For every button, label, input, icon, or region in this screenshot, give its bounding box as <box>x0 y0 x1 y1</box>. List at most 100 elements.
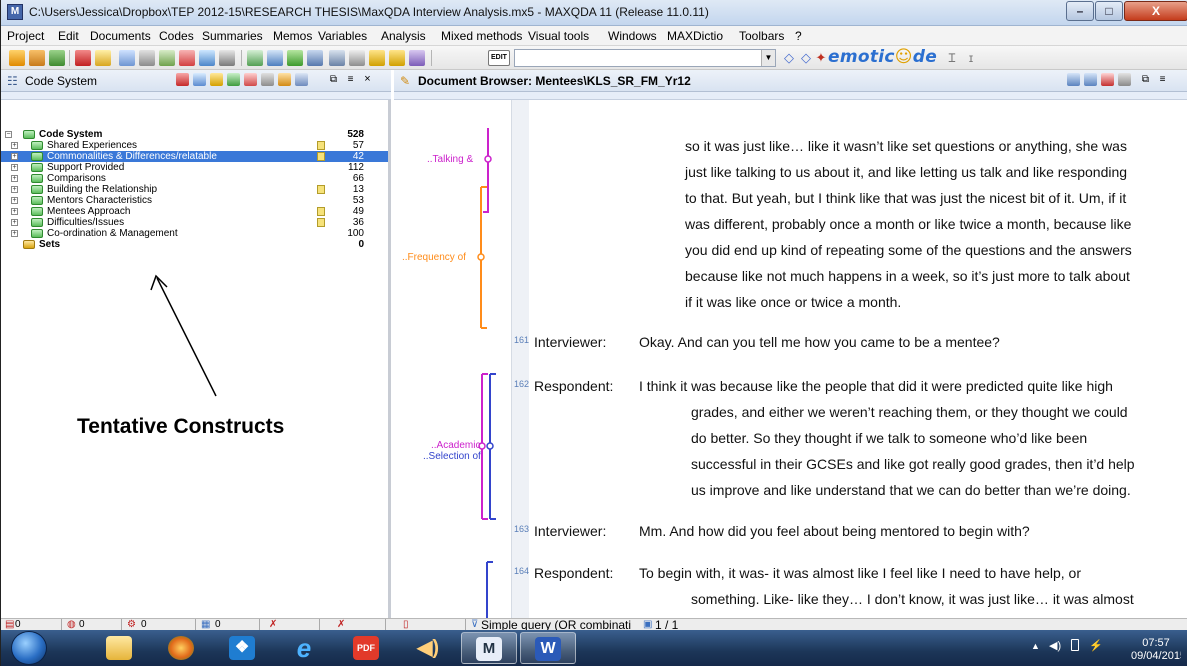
font-size-small-icon[interactable]: ɪ <box>963 50 979 66</box>
menu-project[interactable]: Project <box>7 29 44 43</box>
text-line[interactable]: something. Like- like they… I don’t know… <box>691 591 1134 607</box>
taskbar-word[interactable]: W <box>520 632 576 664</box>
taskbar-internet-explorer[interactable]: e <box>277 632 333 664</box>
code-relations-icon[interactable] <box>199 50 215 66</box>
code-frequency-icon[interactable] <box>261 73 274 86</box>
text-line[interactable]: do better. So they thought if we talk to… <box>691 430 1087 446</box>
pen-icon[interactable] <box>95 50 111 66</box>
document-icon[interactable] <box>119 50 135 66</box>
quick-search-combobox[interactable]: ▼ <box>514 49 776 67</box>
link-icon[interactable] <box>409 50 425 66</box>
emoticon-icon[interactable] <box>210 73 223 86</box>
new-project-icon[interactable] <box>9 50 25 66</box>
code-label-frequency[interactable]: ..Frequency of <box>402 252 466 263</box>
code-matrix-icon[interactable] <box>179 50 195 66</box>
find-in-document-icon[interactable] <box>1118 73 1131 86</box>
speaker-label[interactable]: Interviewer: <box>534 334 606 350</box>
taskbar-media[interactable] <box>154 632 210 664</box>
volume-icon[interactable]: ◀) <box>1049 639 1061 652</box>
menu-help[interactable]: ? <box>795 29 802 43</box>
menu-summaries[interactable]: Summaries <box>202 29 263 43</box>
taskbar-dropbox[interactable]: ❖ <box>215 632 271 664</box>
emoticode-wand-icon[interactable]: ✦ <box>813 50 829 66</box>
taskbar-clock[interactable]: 07:57 09/04/2015 <box>1131 637 1181 663</box>
taskbar-explorer[interactable] <box>92 632 148 664</box>
network-icon[interactable]: ⚡ <box>1089 639 1103 652</box>
emoticode-logo[interactable]: emotic☺de <box>828 47 937 67</box>
chart-icon[interactable] <box>307 50 323 66</box>
maxqda-app-icon[interactable]: M <box>7 4 23 20</box>
code-label-selection[interactable]: ..Selection of <box>423 451 481 462</box>
menu-edit[interactable]: Edit <box>58 29 79 43</box>
text-line[interactable]: so it was just like… like it wasn’t like… <box>685 138 1127 154</box>
print-document-icon[interactable] <box>1084 73 1097 86</box>
menu-windows[interactable]: Windows <box>608 29 657 43</box>
open-project-icon[interactable] <box>29 50 45 66</box>
taskbar-pdf[interactable]: PDF <box>339 632 395 664</box>
save-project-icon[interactable] <box>49 50 65 66</box>
search-codes-icon[interactable] <box>295 73 308 86</box>
table-icon[interactable] <box>247 50 263 66</box>
text-line[interactable]: grades, and either we weren’t reaching t… <box>691 404 1128 420</box>
collapse-pane-icon[interactable]: ≡ <box>344 73 357 86</box>
activate-codes-icon[interactable] <box>227 73 240 86</box>
code-label-talking[interactable]: ..Talking & <box>427 154 473 165</box>
speaker-label[interactable]: Respondent: <box>534 378 613 394</box>
menu-maxdictio[interactable]: MAXDictio <box>667 29 723 43</box>
text-line[interactable]: to that. But yeah, but I think like that… <box>685 190 1126 206</box>
speaker-label[interactable]: Interviewer: <box>534 523 606 539</box>
layout-icon[interactable] <box>349 50 365 66</box>
undock-icon[interactable]: ⧉ <box>327 73 340 86</box>
grid-icon[interactable] <box>267 50 283 66</box>
text-line[interactable]: Okay. And can you tell me how you came t… <box>639 334 1000 350</box>
text-search-icon[interactable] <box>159 50 175 66</box>
search-icon[interactable] <box>139 50 155 66</box>
menu-visual-tools[interactable]: Visual tools <box>528 29 589 43</box>
close-button[interactable]: X <box>1124 1 1187 21</box>
font-size-icon[interactable]: Ɪ <box>944 50 960 66</box>
text-line[interactable]: I think it was because like the people t… <box>639 378 1113 394</box>
menu-codes[interactable]: Codes <box>159 29 194 43</box>
code-label-academic[interactable]: ..Academic <box>431 440 480 451</box>
menu-memos[interactable]: Memos <box>273 29 312 43</box>
taskbar-maxqda[interactable]: M <box>461 632 517 664</box>
bar-chart-icon[interactable] <box>287 50 303 66</box>
menu-toolbars[interactable]: Toolbars <box>739 29 784 43</box>
highlight-icon[interactable] <box>1101 73 1114 86</box>
remove-code-icon[interactable] <box>176 73 189 86</box>
taskbar-volume-app[interactable]: ◀) <box>401 632 457 664</box>
overview-icon[interactable] <box>329 50 345 66</box>
battery-icon[interactable] <box>1071 639 1079 651</box>
menu-documents[interactable]: Documents <box>90 29 151 43</box>
text-line[interactable]: successful in their GCSEs and like got r… <box>691 456 1135 472</box>
new-code-icon[interactable] <box>193 73 206 86</box>
edit-mode-button[interactable]: EDIT <box>488 50 510 66</box>
menu-analysis[interactable]: Analysis <box>381 29 426 43</box>
start-button[interactable] <box>11 631 47 665</box>
text-line[interactable]: because like not much happens in a week,… <box>685 268 1130 284</box>
text-line[interactable]: was different, probably once a month or … <box>685 216 1131 232</box>
show-hidden-icons[interactable]: ▲ <box>1031 641 1040 651</box>
undock-icon[interactable]: ⧉ <box>1139 73 1152 86</box>
menu-variables[interactable]: Variables <box>318 29 367 43</box>
text-line[interactable]: you did end up kind of repeating some of… <box>685 242 1132 258</box>
text-line[interactable]: To begin with, it was- it was almost lik… <box>639 565 1081 581</box>
code-map-icon[interactable] <box>369 50 385 66</box>
chevron-down-icon[interactable]: ▼ <box>761 50 775 66</box>
minimize-button[interactable]: – <box>1066 1 1094 21</box>
speaker-label[interactable]: Respondent: <box>534 565 613 581</box>
next-code-icon[interactable]: ◇ <box>798 50 814 66</box>
text-line[interactable]: Mm. And how did you feel about being men… <box>639 523 1030 539</box>
retrieved-segments-icon[interactable] <box>219 50 235 66</box>
menu-mixed-methods[interactable]: Mixed methods <box>441 29 522 43</box>
collapse-pane-icon[interactable]: ≡ <box>1156 73 1169 86</box>
code-tools-icon[interactable] <box>75 50 91 66</box>
maximize-button[interactable]: □ <box>1095 1 1123 21</box>
deactivate-codes-icon[interactable] <box>244 73 257 86</box>
text-line[interactable]: just like talking to us about it, and li… <box>685 164 1127 180</box>
text-line[interactable]: if it was like once or twice a month. <box>685 294 901 310</box>
color-codes-icon[interactable] <box>278 73 291 86</box>
text-line[interactable]: us improve and like understand that we c… <box>691 482 1131 498</box>
memo-icon[interactable] <box>389 50 405 66</box>
previous-code-icon[interactable]: ◇ <box>781 50 797 66</box>
